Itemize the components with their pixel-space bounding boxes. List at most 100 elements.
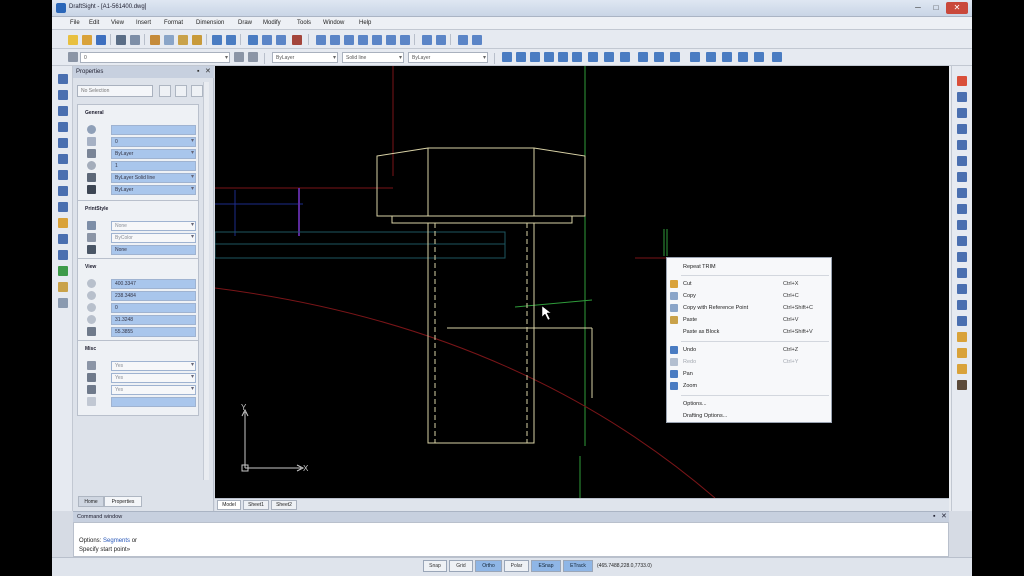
etrack-toggle[interactable]: ETrack xyxy=(563,560,593,572)
hatch-icon[interactable] xyxy=(58,234,68,244)
menu-window[interactable]: Window xyxy=(323,20,344,26)
chamfer-icon[interactable] xyxy=(957,284,967,294)
selection-dropdown[interactable]: No Selection xyxy=(77,85,153,97)
undo-icon[interactable] xyxy=(212,35,222,45)
polyline-icon[interactable] xyxy=(58,202,68,212)
menu-tools[interactable]: Tools xyxy=(297,20,311,26)
ctx-cut[interactable]: Cut Ctrl+X xyxy=(667,278,831,290)
dimension-angular-icon[interactable] xyxy=(530,52,540,62)
scale-icon[interactable] xyxy=(957,188,967,198)
misc-field-2[interactable]: Yes xyxy=(111,373,196,383)
open-icon[interactable] xyxy=(82,35,92,45)
zoom-realtime-icon[interactable] xyxy=(262,35,272,45)
pan-icon[interactable] xyxy=(248,35,258,45)
zoom-in-icon[interactable] xyxy=(386,35,396,45)
ctx-pan[interactable]: Pan xyxy=(667,368,831,380)
ctx-drafting-options[interactable]: Drafting Options... xyxy=(667,410,831,422)
esnap-toggle[interactable]: ESnap xyxy=(531,560,561,572)
view-field-5[interactable]: 55.3855 xyxy=(111,327,196,337)
layer-combo[interactable]: 0 xyxy=(80,52,230,63)
maximize-button[interactable]: □ xyxy=(928,2,944,14)
drawing-area[interactable]: Y X xyxy=(215,66,949,498)
ortho-toggle[interactable]: Ortho xyxy=(475,560,502,572)
fillet-icon[interactable] xyxy=(957,300,967,310)
leader-icon[interactable] xyxy=(654,52,664,62)
format-painter-icon[interactable] xyxy=(192,35,202,45)
pattern-icon[interactable] xyxy=(957,140,967,150)
command-window[interactable]: Options: Segments or Specify start point… xyxy=(73,522,949,557)
tab-sheet1[interactable]: Sheet1 xyxy=(243,500,269,510)
printstyle-field-2[interactable]: ByColor xyxy=(111,233,196,243)
dim-text-edit-icon[interactable] xyxy=(690,52,700,62)
view-field-3[interactable]: 0 xyxy=(111,303,196,313)
dimension-arc-icon[interactable] xyxy=(544,52,554,62)
ctx-paste[interactable]: Paste Ctrl+V xyxy=(667,314,831,326)
command-prompt[interactable]: Specify start point» xyxy=(79,547,130,553)
ctx-copy[interactable]: Copy Ctrl+C xyxy=(667,290,831,302)
dimension-linear-icon[interactable] xyxy=(502,52,512,62)
zoom-extents-icon[interactable] xyxy=(436,35,446,45)
circle-icon[interactable] xyxy=(58,106,68,116)
toolmatrix-icon[interactable] xyxy=(957,380,967,390)
dim-update-icon[interactable] xyxy=(706,52,716,62)
stretch-icon[interactable] xyxy=(957,204,967,214)
select-objects-icon[interactable] xyxy=(175,85,187,97)
color-combo[interactable]: ByLayer xyxy=(272,52,338,63)
minimize-button[interactable]: ─ xyxy=(910,2,926,14)
dim-style-icon[interactable] xyxy=(722,52,732,62)
menu-edit[interactable]: Edit xyxy=(89,20,99,26)
copy-icon[interactable] xyxy=(164,35,174,45)
center-mark-icon[interactable] xyxy=(620,52,630,62)
design-resources-icon[interactable] xyxy=(957,364,967,374)
zoom-object-icon[interactable] xyxy=(372,35,382,45)
polar-toggle[interactable]: Polar xyxy=(504,560,529,572)
close-icon[interactable]: ✕ xyxy=(941,512,947,522)
region-icon[interactable] xyxy=(58,250,68,260)
quick-select-icon[interactable] xyxy=(159,85,171,97)
dimension-baseline-icon[interactable] xyxy=(572,52,582,62)
menu-draw[interactable]: Draw xyxy=(238,20,252,26)
zoom-fit-icon[interactable] xyxy=(458,35,468,45)
misc-field-3[interactable]: Yes xyxy=(111,385,196,395)
ctx-copy-with-reference[interactable]: Copy with Reference Point Ctrl+Shift+C xyxy=(667,302,831,314)
extend-icon[interactable] xyxy=(957,236,967,246)
zoom-scale-icon[interactable] xyxy=(344,35,354,45)
view-field-2[interactable]: 238.3484 xyxy=(111,291,196,301)
save-icon[interactable] xyxy=(96,35,106,45)
view-field-4[interactable]: 31.3248 xyxy=(111,315,196,325)
block-icon[interactable] xyxy=(58,282,68,292)
tab-home[interactable]: Home xyxy=(78,496,104,507)
ctx-zoom[interactable]: Zoom xyxy=(667,380,831,392)
table-icon[interactable] xyxy=(58,266,68,276)
dim-override-icon[interactable] xyxy=(738,52,748,62)
polygon-icon[interactable] xyxy=(58,138,68,148)
ellipse-icon[interactable] xyxy=(58,170,68,180)
segments-option-link[interactable]: Segments xyxy=(103,538,130,544)
named-views-icon[interactable] xyxy=(292,35,302,45)
copy-entity-icon[interactable] xyxy=(957,92,967,102)
cut-icon[interactable] xyxy=(150,35,160,45)
close-icon[interactable]: ✕ xyxy=(205,67,211,75)
layer-previous-icon[interactable] xyxy=(234,52,244,62)
linestyle-combo[interactable]: Solid line xyxy=(342,52,404,63)
explode-icon[interactable] xyxy=(957,316,967,326)
general-field-4[interactable]: 1 xyxy=(111,161,196,171)
grid-toggle[interactable]: Grid xyxy=(449,560,473,572)
menu-modify[interactable]: Modify xyxy=(263,20,281,26)
zoom-window-icon[interactable] xyxy=(316,35,326,45)
pin-icon[interactable]: ▪ xyxy=(197,68,199,75)
infinite-line-icon[interactable] xyxy=(58,90,68,100)
dim-edit-icon[interactable] xyxy=(670,52,680,62)
menu-file[interactable]: File xyxy=(70,20,80,26)
general-field-6[interactable]: ByLayer xyxy=(111,185,196,195)
dimension-ordinate-icon[interactable] xyxy=(558,52,568,62)
tab-sheet2[interactable]: Sheet2 xyxy=(271,500,297,510)
toggle-pickadd-icon[interactable] xyxy=(191,85,203,97)
ctx-options[interactable]: Options... xyxy=(667,398,831,410)
erase-icon[interactable] xyxy=(957,76,967,86)
new-icon[interactable] xyxy=(68,35,78,45)
tolerance-icon[interactable] xyxy=(638,52,648,62)
general-field-2[interactable]: 0 xyxy=(111,137,196,147)
zoom-all-icon[interactable] xyxy=(422,35,432,45)
move-icon[interactable] xyxy=(957,156,967,166)
